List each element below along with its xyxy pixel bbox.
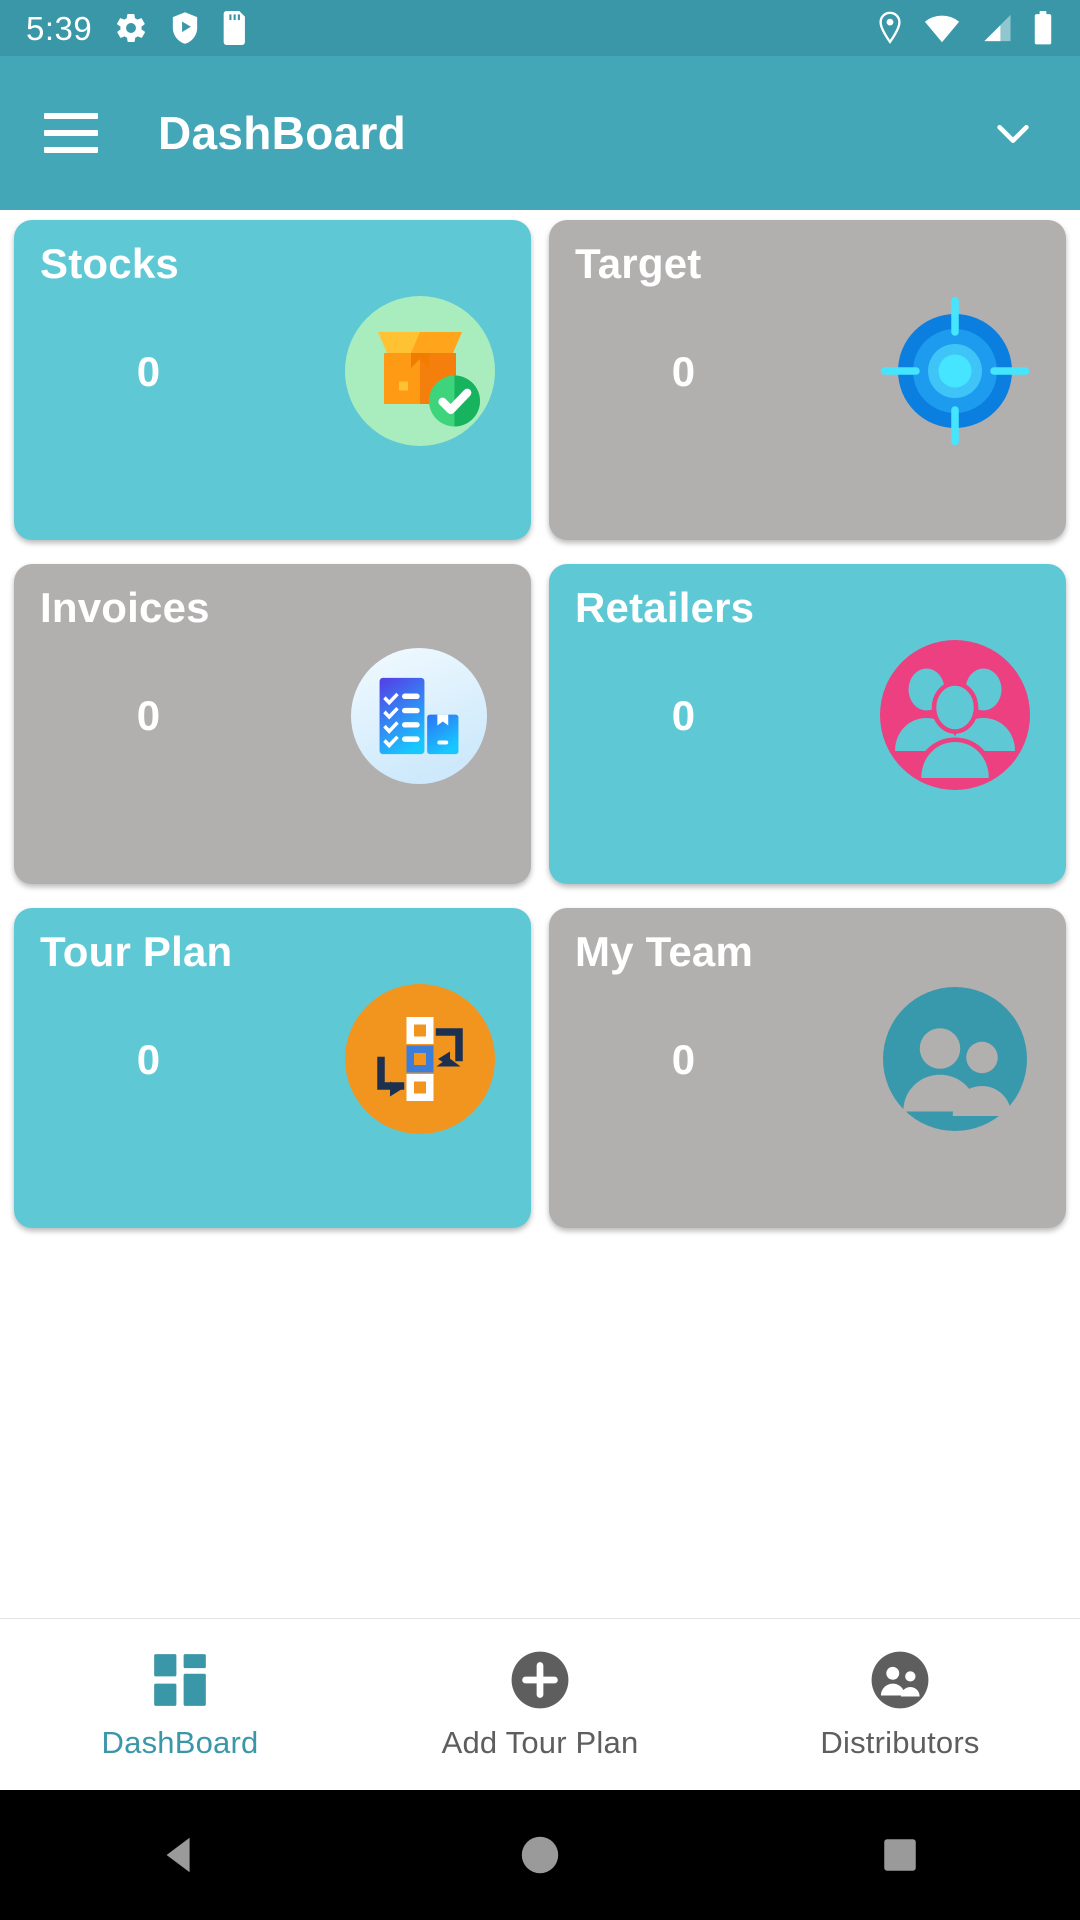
distributors-icon [871, 1651, 929, 1708]
bottom-nav-label: Distributors [820, 1724, 980, 1760]
bottom-nav-label: DashBoard [101, 1724, 259, 1760]
card-title: Retailers [575, 584, 755, 631]
app-bar: DashBoard [0, 56, 1080, 210]
card-target[interactable]: Target 0 [549, 220, 1066, 540]
card-value: 0 [671, 1036, 696, 1083]
bottom-nav-label: Add Tour Plan [441, 1724, 639, 1760]
sd-card-icon [223, 11, 246, 45]
plus-circle-icon [511, 1651, 569, 1708]
card-tour-plan[interactable]: Tour Plan 0 [14, 908, 531, 1228]
card-value: 0 [671, 348, 696, 395]
status-bar-clock: 5:39 [26, 9, 93, 47]
bottom-navigation-bar: DashBoard Add Tour Plan Distributors [0, 1618, 1080, 1790]
invoice-checklist-icon [351, 648, 487, 784]
bottom-nav-item-dashboard[interactable]: DashBoard [0, 1649, 360, 1761]
cellular-signal-icon [984, 14, 1011, 42]
card-stocks[interactable]: Stocks 0 [14, 220, 531, 540]
card-value: 0 [136, 348, 161, 395]
recents-square-icon [884, 1839, 916, 1871]
battery-full-icon [1034, 11, 1052, 45]
status-bar-left: 5:39 [26, 11, 248, 45]
back-triangle-icon [166, 1837, 190, 1873]
card-value: 0 [136, 1036, 161, 1083]
dashboard-card-grid: Stocks 0 Target 0 Invoices 0 Retailers 0… [0, 210, 1080, 1228]
card-value: 0 [671, 692, 696, 739]
card-my-team[interactable]: My Team 0 [549, 908, 1066, 1228]
my-team-people-icon [883, 987, 1027, 1131]
settings-gear-icon [117, 13, 146, 43]
wifi-icon [924, 15, 960, 43]
phone-screen: 5:39 DashBoard Stocks 0 Target 0 Invoice… [0, 0, 1080, 1920]
home-circle-icon [521, 1836, 559, 1874]
bottom-nav-item-add-tour-plan[interactable]: Add Tour Plan [360, 1649, 720, 1761]
tour-plan-flowchart-icon [345, 984, 495, 1134]
nav-back-button[interactable] [0, 1832, 360, 1878]
location-pin-icon [879, 11, 901, 44]
page-title: DashBoard [158, 107, 407, 159]
status-bar: 5:39 [0, 0, 1080, 56]
status-bar-right [876, 11, 1054, 45]
android-system-nav-bar [0, 1790, 1080, 1920]
card-retailers[interactable]: Retailers 0 [549, 564, 1066, 884]
card-title: Invoices [40, 584, 210, 631]
retailers-group-icon [880, 640, 1030, 790]
box-check-icon [345, 296, 495, 446]
target-crosshair-icon [880, 296, 1030, 446]
card-invoices[interactable]: Invoices 0 [14, 564, 531, 884]
card-title: My Team [575, 928, 754, 975]
chevron-down-icon[interactable] [990, 110, 1036, 156]
card-title: Stocks [40, 240, 179, 287]
bottom-nav-item-distributors[interactable]: Distributors [720, 1649, 1080, 1761]
dashboard-grid-icon [154, 1653, 206, 1706]
card-title: Target [575, 240, 702, 287]
card-title: Tour Plan [40, 928, 233, 975]
nav-recents-button[interactable] [720, 1834, 1080, 1876]
card-value: 0 [136, 692, 161, 739]
play-protect-shield-icon [173, 12, 198, 44]
nav-home-button[interactable] [360, 1832, 720, 1878]
hamburger-menu-icon[interactable] [44, 113, 98, 153]
